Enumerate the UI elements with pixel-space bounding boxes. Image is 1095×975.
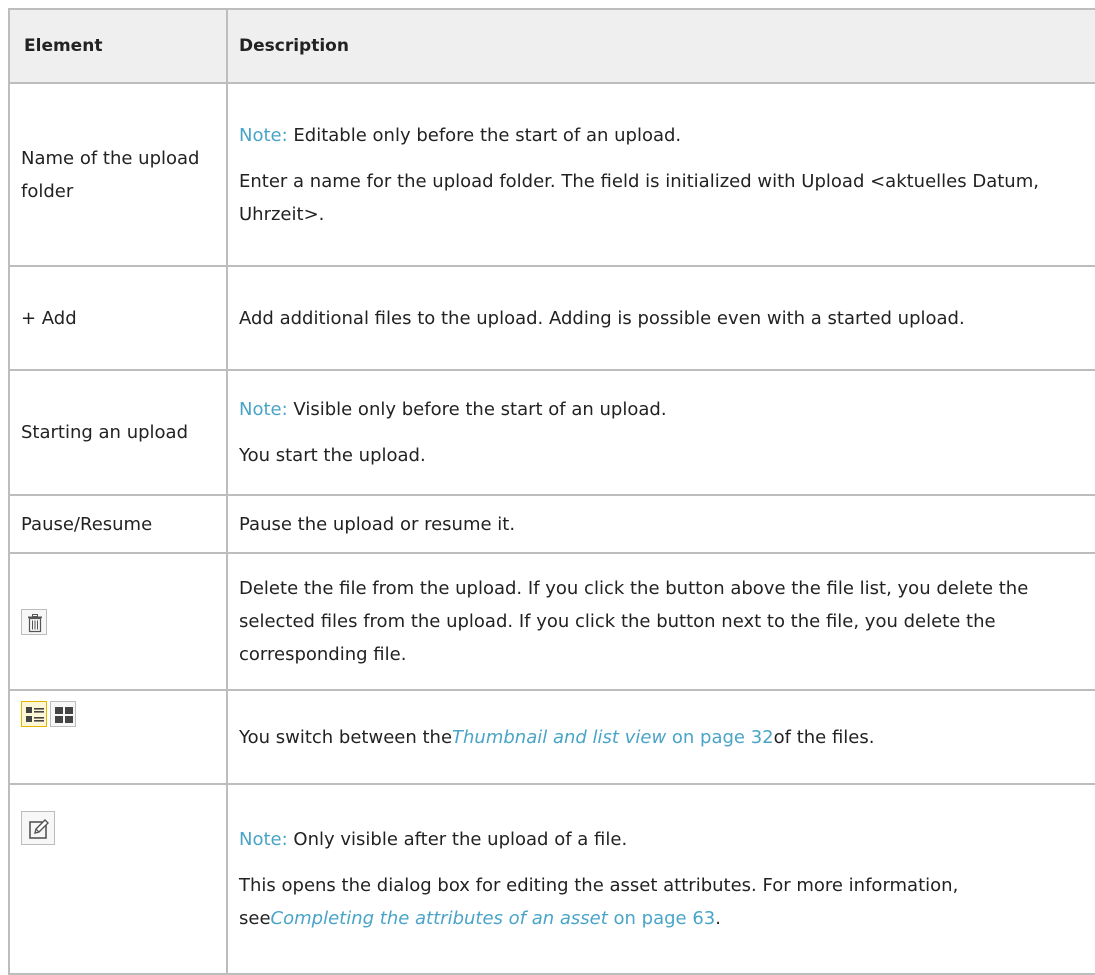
note-label: Note:: [239, 399, 288, 420]
table-row: Starting an upload Note: Visible only be…: [8, 369, 1095, 496]
header-description: Description: [226, 8, 1095, 84]
table-row: Note: Only visible after the upload of a…: [8, 783, 1095, 975]
list-view-icon: [21, 701, 47, 727]
description-text: This opens the dialog box for editing th…: [239, 869, 1086, 935]
description-after: .: [715, 908, 721, 929]
link-title[interactable]: Thumbnail and list view: [452, 727, 666, 748]
cross-reference-link[interactable]: Completing the attributes of an asset on…: [271, 908, 716, 929]
element-cell: [8, 552, 228, 691]
description-cell: Note: Editable only before the start of …: [226, 82, 1095, 267]
description-cell: Add additional files to the upload. Addi…: [226, 265, 1095, 371]
link-page[interactable]: on page 63: [608, 908, 716, 929]
table-header-row: Element Description: [8, 8, 1095, 84]
description-text: You start the upload.: [239, 445, 426, 466]
note: Note: Visible only before the start of a…: [239, 393, 1086, 426]
description-text: Add additional files to the upload. Addi…: [239, 307, 965, 329]
note: Note: Editable only before the start of …: [239, 119, 1086, 152]
element-description-table: Element Description Name of the upload f…: [8, 8, 1095, 975]
description-text: You switch between theThumbnail and list…: [239, 721, 1086, 754]
edit-icon: [21, 811, 55, 845]
description-cell: Delete the file from the upload. If you …: [226, 552, 1095, 691]
description-after: of the files.: [773, 726, 875, 748]
note-text: Only visible after the upload of a file.: [287, 829, 628, 850]
table-row: Delete the file from the upload. If you …: [8, 552, 1095, 691]
note-text: Visible only before the start of an uplo…: [287, 399, 667, 420]
element-cell: [8, 783, 228, 975]
thumbnail-view-icon: [50, 701, 76, 727]
element-cell: + Add: [8, 265, 228, 371]
note-label: Note:: [239, 124, 288, 146]
description-text: Delete the file from the upload. If you …: [239, 578, 1029, 665]
description-text: Enter a name for the upload folder. The …: [239, 170, 1039, 225]
trash-icon: [21, 609, 47, 635]
element-cell: Name of the upload folder: [8, 82, 228, 267]
header-element: Element: [8, 8, 228, 84]
cross-reference-link[interactable]: Thumbnail and list view on page 32: [452, 727, 774, 748]
table-row: + Add Add additional files to the upload…: [8, 265, 1095, 371]
note-label: Note:: [239, 829, 288, 850]
note: Note: Only visible after the upload of a…: [239, 823, 1086, 856]
description-cell: Note: Visible only before the start of a…: [226, 369, 1095, 496]
description-cell: You switch between theThumbnail and list…: [226, 689, 1095, 785]
description-before: You switch between the: [239, 726, 453, 748]
element-cell: Pause/Resume: [8, 494, 228, 554]
description-text: Pause the upload or resume it.: [239, 513, 516, 535]
link-page[interactable]: on page 32: [666, 727, 774, 748]
element-cell: Starting an upload: [8, 369, 228, 496]
element-cell: [8, 689, 228, 785]
description-cell: Note: Only visible after the upload of a…: [226, 783, 1095, 975]
description-cell: Pause the upload or resume it.: [226, 494, 1095, 554]
table-row: You switch between theThumbnail and list…: [8, 689, 1095, 785]
table-row: Name of the upload folder Note: Editable…: [8, 82, 1095, 267]
table-row: Pause/Resume Pause the upload or resume …: [8, 494, 1095, 554]
link-title[interactable]: Completing the attributes of an asset: [271, 908, 608, 929]
note-text: Editable only before the start of an upl…: [287, 124, 682, 146]
view-toggle-icons: [21, 701, 216, 727]
